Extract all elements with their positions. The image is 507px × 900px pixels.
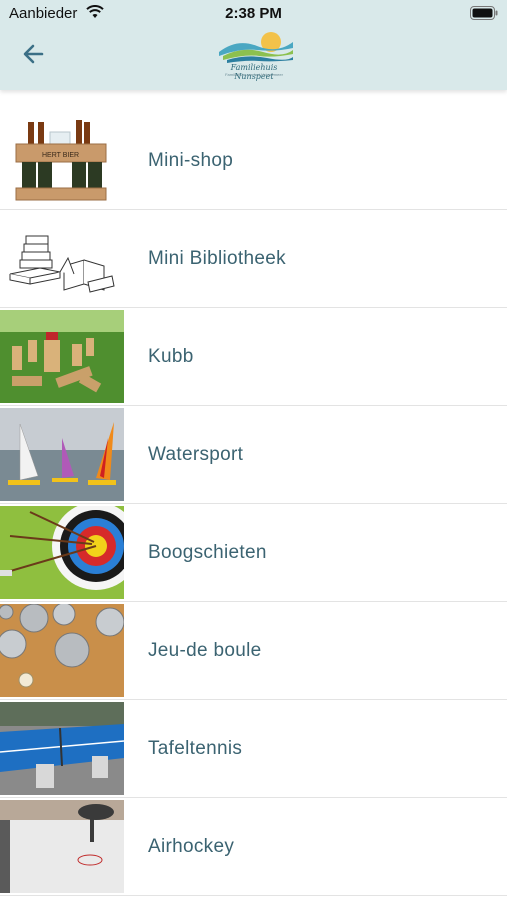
table-tennis-image (0, 702, 124, 795)
item-label: Airhockey (148, 836, 235, 857)
crate-text: HERT BIER (42, 152, 79, 159)
status-bar: Aanbieder 2:38 PM (0, 0, 507, 28)
list-item-kubb[interactable]: Kubb (0, 308, 507, 406)
beer-crate-image: HERT BIER (0, 114, 124, 207)
arrow-left-icon (23, 44, 44, 64)
list-item-airhockey[interactable]: Airhockey (0, 798, 507, 896)
item-label: Jeu-de boule (148, 640, 262, 661)
item-label: Boogschieten (148, 542, 267, 563)
logo-waves-icon (219, 32, 293, 63)
list-item-watersport[interactable]: Watersport (0, 406, 507, 504)
item-label: Watersport (148, 444, 244, 465)
list-item-tafeltennis[interactable]: Tafeltennis (0, 700, 507, 798)
kubb-game-image (0, 310, 124, 403)
airhockey-table-image (0, 800, 124, 893)
item-label: Kubb (148, 346, 194, 367)
list-item-boogschieten[interactable]: Boogschieten (0, 504, 507, 602)
list-item-mini-bibliotheek[interactable]: Mini Bibliotheek (0, 210, 507, 308)
list-item-mini-shop[interactable]: HERT BIER Mini-shop (0, 112, 507, 210)
petanque-balls-image (0, 604, 124, 697)
app-logo: Familiehuis Nunspeet Familiehuis aan het… (213, 30, 295, 81)
logo-subtext: Familiehuis aan het Veluwemeer (225, 72, 283, 77)
list-item-jeu-de-boule[interactable]: Jeu-de boule (0, 602, 507, 700)
item-label: Mini-shop (148, 150, 234, 171)
archery-target-image (0, 506, 124, 599)
item-label: Tafeltennis (148, 738, 243, 759)
status-time: 2:38 PM (225, 5, 282, 22)
facilities-list: HERT BIER Mini-shop Mini Bibliotheek Kub… (0, 112, 507, 896)
navigation-header: Aanbieder 2:38 PM Familiehuis Nunspeet F… (0, 0, 507, 90)
books-sketch-image (0, 212, 124, 305)
item-label: Mini Bibliotheek (148, 248, 286, 269)
sailing-boats-image (0, 408, 124, 501)
battery-icon (470, 6, 498, 24)
back-button[interactable] (20, 40, 48, 68)
